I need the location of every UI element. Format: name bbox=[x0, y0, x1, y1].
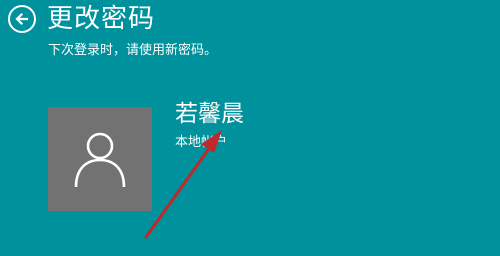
page-subtitle: 下次登录时，请使用新密码。 bbox=[48, 43, 218, 58]
account-type-label: 本地帐户 bbox=[175, 135, 228, 150]
avatar bbox=[48, 107, 152, 211]
user-silhouette-icon bbox=[74, 132, 126, 188]
page-title: 更改密码 bbox=[47, 4, 156, 34]
user-name: 若馨晨 bbox=[175, 101, 244, 127]
back-button[interactable] bbox=[8, 5, 36, 33]
back-arrow-icon bbox=[15, 12, 29, 26]
